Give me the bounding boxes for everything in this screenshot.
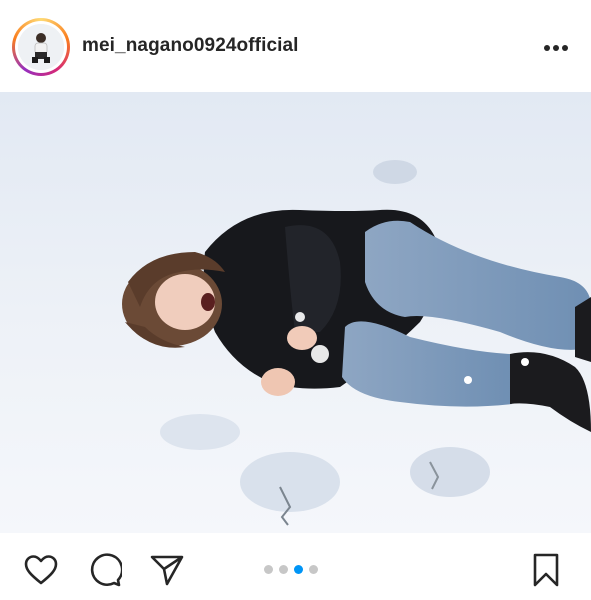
post-actions — [0, 533, 591, 600]
heart-icon — [24, 555, 58, 585]
send-icon — [150, 555, 184, 586]
carousel-dot-active — [294, 565, 303, 574]
post-photo[interactable] — [0, 92, 591, 533]
post-header: mei_nagano0924official — [0, 0, 591, 92]
more-options-icon — [544, 45, 568, 51]
save-button[interactable] — [526, 550, 566, 590]
like-button[interactable] — [21, 550, 61, 590]
avatar-image — [18, 24, 64, 70]
carousel-dot — [279, 565, 288, 574]
story-ring[interactable] — [12, 18, 70, 76]
comment-icon — [90, 553, 122, 587]
avatar[interactable] — [18, 24, 64, 70]
comment-button[interactable] — [85, 550, 125, 590]
bookmark-icon — [533, 553, 559, 587]
share-button[interactable] — [147, 550, 187, 590]
more-options-button[interactable] — [536, 30, 576, 66]
carousel-dot — [309, 565, 318, 574]
post-image — [0, 92, 591, 533]
carousel-indicator — [264, 565, 318, 574]
username[interactable]: mei_nagano0924official — [82, 35, 299, 57]
carousel-dot — [264, 565, 273, 574]
